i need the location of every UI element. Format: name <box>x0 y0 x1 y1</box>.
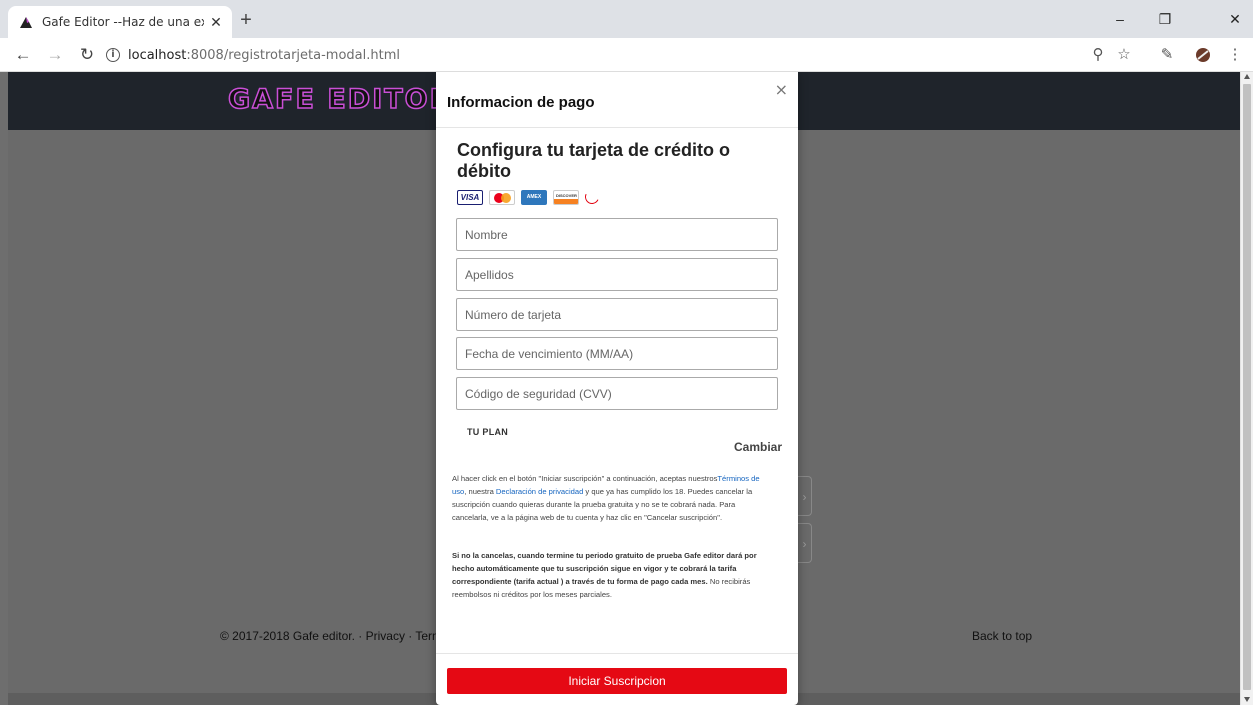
auto-renewal-text: Si no la cancelas, cuando termine tu per… <box>452 549 772 601</box>
change-plan-link[interactable]: Cambiar <box>734 440 782 454</box>
privacy-statement-link[interactable]: Declaración de privacidad <box>496 487 583 496</box>
menu-kebab-icon[interactable]: ⋮ <box>1224 44 1246 66</box>
modal-header: Informacion de pago × <box>436 72 798 128</box>
expiry-date-field[interactable] <box>456 337 778 370</box>
close-icon[interactable]: × <box>775 80 788 99</box>
page-scrollbar[interactable] <box>1240 72 1253 705</box>
new-tab-button[interactable]: + <box>236 10 256 30</box>
mastercard-icon <box>489 189 515 205</box>
payment-modal: Informacion de pago × Configura tu tarje… <box>436 72 798 705</box>
discover-label: DISCOVER <box>556 192 577 198</box>
carousel-next-arrow[interactable]: › <box>798 476 812 516</box>
page-viewport: GAFE EDITOR › › © 2017-2018 Gafe editor.… <box>0 72 1253 705</box>
forward-arrow-icon[interactable]: → <box>44 44 66 66</box>
url-path: :8008/registrotarjeta-modal.html <box>186 47 400 63</box>
last-name-field[interactable] <box>456 258 778 291</box>
site-info-icon[interactable]: i <box>106 48 120 62</box>
window-minimize-button[interactable]: – <box>1105 8 1135 30</box>
modal-footer: Iniciar Suscripcion <box>436 653 798 705</box>
browser-tab-bar: Gafe Editor --Haz de una experie ✕ + – ❐… <box>0 0 1253 38</box>
scrollbar-thumb[interactable] <box>1243 84 1251 690</box>
zoom-icon[interactable]: ⚲ <box>1087 44 1109 66</box>
scroll-up-arrow-icon[interactable] <box>1244 74 1250 79</box>
amex-label: AMEX <box>526 194 542 200</box>
legal-terms-text: Al hacer click en el botón "Iniciar susc… <box>452 472 772 524</box>
reload-icon[interactable]: ↻ <box>76 44 98 66</box>
visa-label: VISA <box>460 192 480 202</box>
window-restore-button[interactable]: ❐ <box>1150 8 1180 30</box>
plan-label: TU PLAN <box>467 427 509 437</box>
card-setup-title: Configura tu tarjeta de crédito o débito <box>457 140 731 181</box>
extension-icon[interactable]: ✎ <box>1156 44 1178 66</box>
site-logo[interactable]: GAFE EDITOR <box>227 83 452 116</box>
back-arrow-icon[interactable]: ← <box>12 44 34 66</box>
gafe-favicon-icon <box>20 17 32 28</box>
discover-icon: DISCOVER <box>553 189 579 205</box>
footer-copyright: © 2017-2018 Gafe editor. · Privacy · Ter… <box>220 629 443 643</box>
bookmark-star-icon[interactable]: ☆ <box>1113 44 1135 66</box>
window-close-button[interactable]: ✕ <box>1220 8 1250 30</box>
url-host: localhost <box>128 47 187 63</box>
back-to-top-link[interactable]: Back to top <box>972 629 1032 643</box>
visa-icon: VISA <box>457 189 483 205</box>
start-subscription-button[interactable]: Iniciar Suscripcion <box>447 668 787 694</box>
address-bar[interactable]: i localhost:8008/registrotarjeta-modal.h… <box>106 44 1136 66</box>
scroll-down-arrow-icon[interactable] <box>1244 697 1250 702</box>
browser-tab[interactable]: Gafe Editor --Haz de una experie ✕ <box>8 6 232 38</box>
browser-toolbar: ← → ↻ i localhost:8008/registrotarjeta-m… <box>0 38 1253 72</box>
card-logos: VISA AMEX DISCOVER <box>457 188 601 206</box>
legal-text-a: Al hacer click en el botón "Iniciar susc… <box>452 474 718 483</box>
tab-title: Gafe Editor --Haz de una experie <box>42 15 204 29</box>
carousel-next-arrow-2[interactable]: › <box>798 523 812 563</box>
cvv-field[interactable] <box>456 377 778 410</box>
modal-title: Informacion de pago <box>447 94 595 111</box>
loading-spinner-icon <box>583 188 601 206</box>
legal-text-b: , nuestra <box>464 487 496 496</box>
first-name-field[interactable] <box>456 218 778 251</box>
card-number-field[interactable] <box>456 298 778 331</box>
profile-avatar-icon[interactable] <box>1192 44 1214 66</box>
tab-close-icon[interactable]: ✕ <box>208 14 224 31</box>
amex-icon: AMEX <box>521 189 547 205</box>
